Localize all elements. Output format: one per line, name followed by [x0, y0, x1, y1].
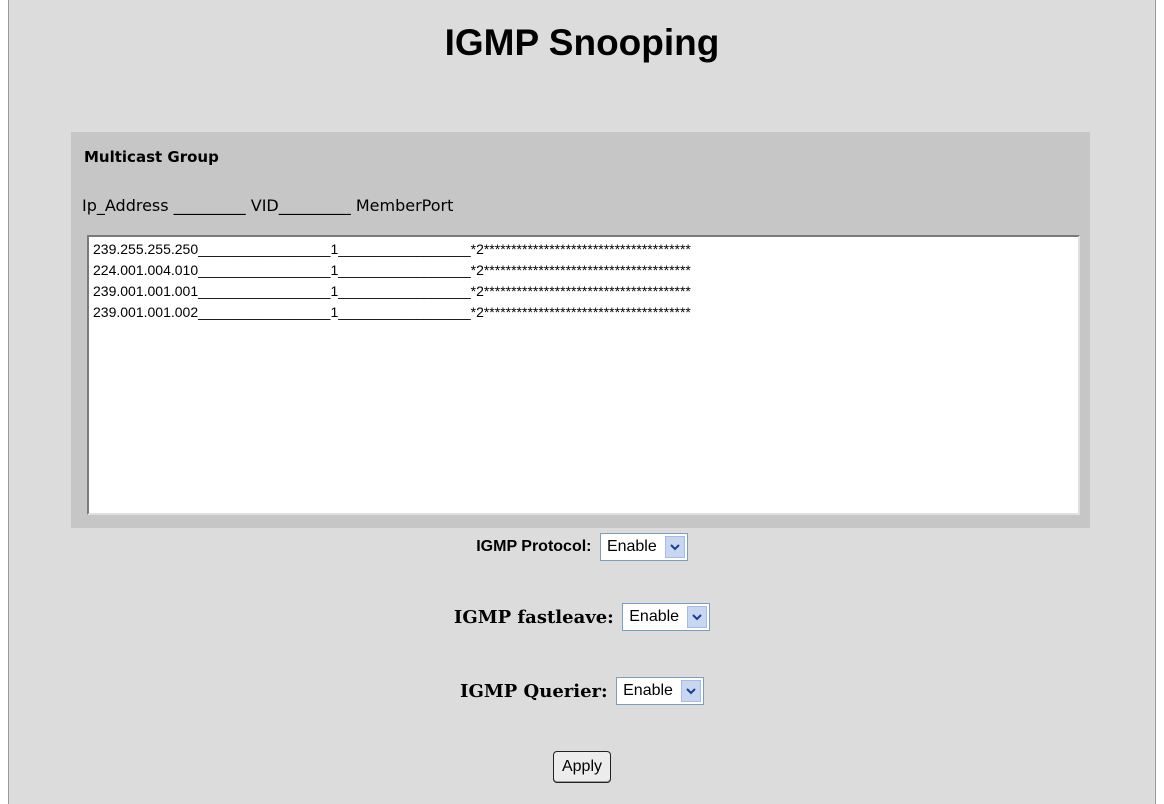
list-item[interactable]: 239.001.001.001_________________1_______… [89, 281, 1078, 302]
multicast-group-panel: Multicast Group Ip_Address _________ VID… [71, 132, 1090, 528]
multicast-group-listbox[interactable]: 239.255.255.250_________________1_______… [87, 235, 1080, 515]
igmp-fastleave-select[interactable]: Enable [622, 603, 711, 631]
chevron-down-icon[interactable] [687, 606, 708, 628]
igmp-protocol-label: IGMP Protocol: [476, 538, 592, 555]
list-item[interactable]: 224.001.004.010_________________1_______… [89, 260, 1078, 281]
igmp-querier-row: IGMP Querier: Enable [9, 677, 1155, 713]
list-item[interactable]: 239.255.255.250_________________1_______… [89, 239, 1078, 260]
chevron-down-icon[interactable] [680, 680, 701, 702]
multicast-group-column-headers: Ip_Address _________ VID_________ Member… [82, 196, 454, 215]
apply-button[interactable]: Apply [552, 751, 612, 783]
igmp-protocol-row: IGMP Protocol: Enable [9, 533, 1155, 569]
page: IGMP Snooping Multicast Group Ip_Address… [8, 0, 1156, 804]
list-item[interactable]: 239.001.001.002_________________1_______… [89, 302, 1078, 323]
igmp-protocol-value: Enable [606, 538, 657, 555]
multicast-group-heading: Multicast Group [84, 148, 219, 166]
igmp-protocol-select[interactable]: Enable [599, 533, 688, 561]
chevron-down-icon[interactable] [664, 536, 685, 558]
igmp-querier-label: IGMP Querier: [460, 680, 608, 702]
page-title: IGMP Snooping [444, 22, 720, 63]
igmp-querier-value: Enable [623, 682, 673, 699]
apply-row: Apply [9, 751, 1155, 787]
igmp-fastleave-value: Enable [629, 608, 680, 625]
igmp-querier-select[interactable]: Enable [616, 677, 704, 705]
igmp-fastleave-label: IGMP fastleave: [453, 606, 614, 628]
igmp-fastleave-row: IGMP fastleave: Enable [9, 603, 1155, 639]
